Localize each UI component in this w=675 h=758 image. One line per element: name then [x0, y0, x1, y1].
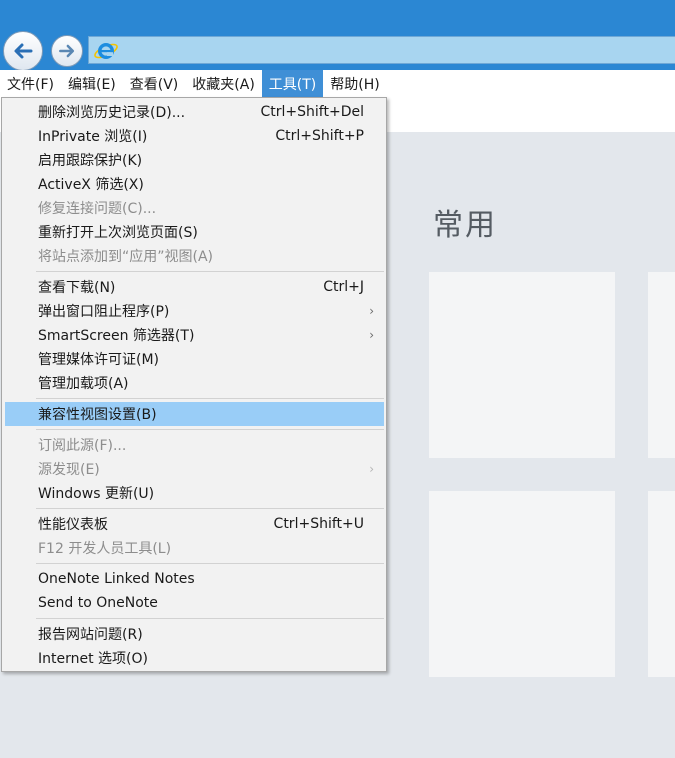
menu-item-performance-dashboard[interactable]: 性能仪表板 Ctrl+Shift+U	[5, 512, 384, 536]
menu-item-feed-discovery: 源发现(E) ›	[5, 457, 384, 481]
chevron-right-icon: ›	[369, 304, 374, 318]
menu-separator	[36, 563, 384, 564]
frequent-site-tile[interactable]	[429, 272, 615, 458]
menu-item-f12-devtools: F12 开发人员工具(L)	[38, 541, 172, 557]
menu-item-windows-update[interactable]: Windows 更新(U)	[5, 481, 384, 505]
back-arrow-icon	[14, 43, 33, 59]
internet-explorer-logo-icon	[94, 43, 118, 59]
forward-arrow-icon	[59, 44, 75, 58]
menu-item-popup-blocker[interactable]: 弹出窗口阻止程序(P) ›	[5, 299, 384, 323]
menu-item-media-licenses[interactable]: 管理媒体许可证(M)	[5, 347, 384, 371]
menu-item-activex-filter[interactable]: ActiveX 筛选(X)	[5, 172, 384, 196]
menu-item-internet-options[interactable]: Internet 选项(O)	[5, 646, 384, 670]
menu-separator	[36, 398, 384, 399]
menu-item-onenote-linked-notes[interactable]: OneNote Linked Notes	[5, 567, 384, 591]
menu-item-fix-connection: 修复连接问题(C)...	[38, 201, 157, 217]
menu-item-manage-addons[interactable]: 管理加载项(A)	[5, 371, 384, 395]
chevron-right-icon: ›	[369, 328, 374, 342]
menu-separator	[36, 429, 384, 430]
section-title: 常用	[433, 208, 497, 243]
menu-item-subscribe-feed: 订阅此源(F)...	[38, 438, 127, 454]
menu-item-smartscreen[interactable]: SmartScreen 筛选器(T) ›	[5, 323, 384, 347]
frequent-site-tile[interactable]	[648, 272, 675, 458]
menu-favorites[interactable]: 收藏夹(A)	[185, 70, 262, 97]
frequent-site-tile[interactable]	[648, 491, 675, 677]
menu-item-compat-view[interactable]: 兼容性视图设置(B)	[5, 402, 384, 426]
menu-separator	[36, 271, 384, 272]
menu-file[interactable]: 文件(F)	[0, 70, 61, 97]
chevron-right-icon: ›	[369, 462, 374, 476]
back-button[interactable]	[3, 31, 43, 71]
menu-tools[interactable]: 工具(T)	[261, 70, 324, 97]
frequent-site-tile[interactable]	[429, 491, 615, 677]
menu-item-delete-history[interactable]: 删除浏览历史记录(D)... Ctrl+Shift+Del	[5, 100, 384, 124]
menu-item-report-site-problem[interactable]: 报告网站问题(R)	[5, 622, 384, 646]
menu-item-view-downloads[interactable]: 查看下载(N) Ctrl+J	[5, 275, 384, 299]
menu-help[interactable]: 帮助(H)	[323, 70, 386, 97]
menu-item-add-to-apps: 将站点添加到“应用”视图(A)	[38, 249, 214, 265]
address-bar[interactable]	[88, 36, 675, 64]
menu-item-tracking-protection[interactable]: 启用跟踪保护(K)	[5, 148, 384, 172]
forward-button[interactable]	[51, 35, 83, 67]
menu-item-inprivate[interactable]: InPrivate 浏览(I) Ctrl+Shift+P	[5, 124, 384, 148]
menu-item-send-to-onenote[interactable]: Send to OneNote	[5, 591, 384, 615]
menu-view[interactable]: 查看(V)	[123, 70, 186, 97]
menu-bar: 文件(F) 编辑(E) 查看(V) 收藏夹(A) 工具(T) 帮助(H)	[0, 70, 675, 97]
menu-item-reopen-session[interactable]: 重新打开上次浏览页面(S)	[5, 220, 384, 244]
menu-separator	[36, 508, 384, 509]
tools-dropdown-menu: 删除浏览历史记录(D)... Ctrl+Shift+Del InPrivate …	[1, 97, 387, 672]
menu-edit[interactable]: 编辑(E)	[61, 70, 123, 97]
menu-separator	[36, 618, 384, 619]
